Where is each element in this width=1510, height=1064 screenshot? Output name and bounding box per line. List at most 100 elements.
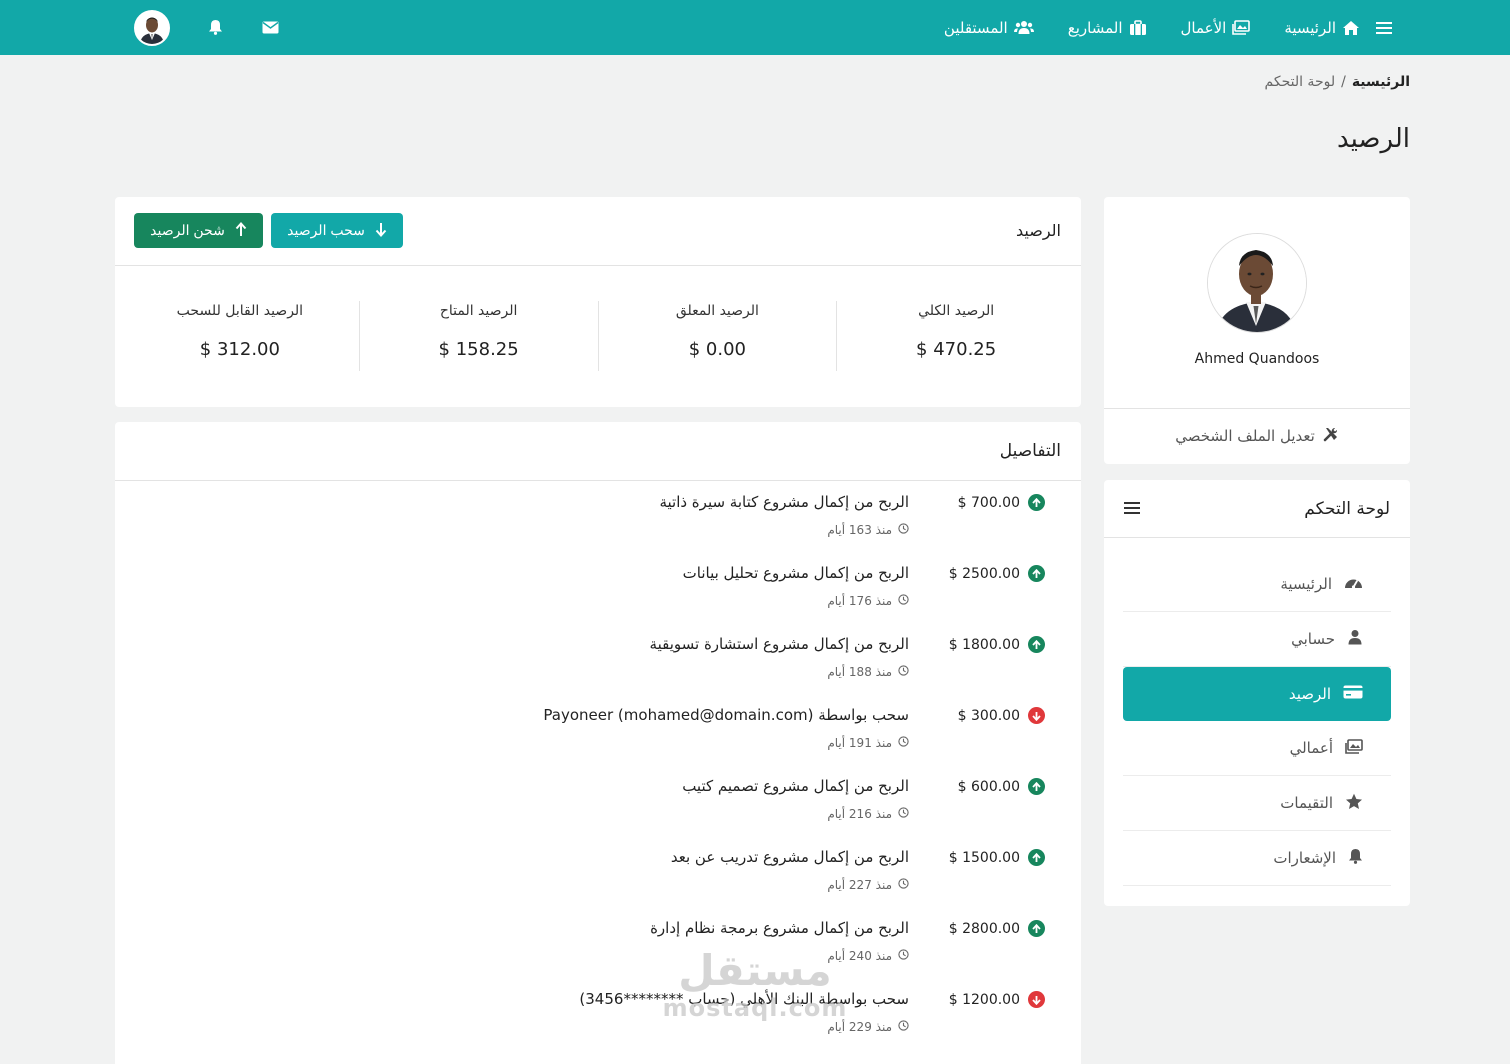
nav-home[interactable]: الرئيسية bbox=[1284, 19, 1360, 37]
transaction-title: الربح من إكمال مشروع استشارة تسويقية bbox=[649, 635, 909, 653]
profile-card: Ahmed Quandoos تعديل الملف الشخصي bbox=[1104, 197, 1410, 464]
nav-works[interactable]: الأعمال bbox=[1181, 19, 1251, 37]
arrow-up-circle-icon bbox=[1028, 565, 1045, 582]
briefcase-icon bbox=[1129, 19, 1147, 36]
images-icon bbox=[1345, 738, 1363, 758]
stat-value: $ 470.25 bbox=[916, 339, 997, 360]
stat-value: $ 0.00 bbox=[688, 339, 746, 360]
transaction-time-label: منذ 191 أيام bbox=[827, 736, 892, 750]
home-icon bbox=[1342, 20, 1360, 36]
credit-card-icon bbox=[1343, 685, 1363, 703]
arrow-down-circle-icon bbox=[1028, 991, 1045, 1008]
transaction-amount: $ 1200.00 bbox=[949, 991, 1045, 1008]
stat-pending-balance: الرصيد المعلق $ 0.00 bbox=[597, 301, 837, 371]
top-navbar: الرئيسية الأعمال المشاريع المستقلين bbox=[0, 0, 1510, 55]
sidebar-item-works[interactable]: أعمالي bbox=[1123, 721, 1391, 776]
stat-label: الرصيد الكلي bbox=[918, 303, 995, 319]
transaction-title: الربح من إكمال مشروع كتابة سيرة ذاتية bbox=[659, 493, 909, 511]
edit-profile-link[interactable]: تعديل الملف الشخصي bbox=[1104, 426, 1410, 446]
stat-label: الرصيد القابل للسحب bbox=[176, 303, 304, 319]
envelope-icon[interactable] bbox=[262, 19, 279, 38]
bell-icon bbox=[1348, 848, 1363, 868]
hamburger-menu-icon[interactable] bbox=[1372, 16, 1396, 40]
sidebar-item-label: الرئيسية bbox=[1280, 575, 1332, 593]
transaction-amount-value: $ 2800.00 bbox=[948, 920, 1020, 937]
transaction-row: $ 2500.00 الربح من إكمال مشروع تحليل بيان… bbox=[115, 552, 1081, 623]
transaction-row: $ 1500.00 الربح من إكمال مشروع تدريب عن ب… bbox=[115, 836, 1081, 907]
arrow-up-circle-icon bbox=[1028, 849, 1045, 866]
transaction-amount: $ 2500.00 bbox=[949, 565, 1045, 582]
balance-stats: الرصيد الكلي $ 470.25 الرصيد المعلق $ 0.… bbox=[121, 301, 1075, 371]
transaction-time-label: منذ 229 أيام bbox=[827, 1020, 892, 1034]
breadcrumb-home[interactable]: الرئيسية bbox=[1352, 74, 1410, 90]
dashboard-menu-title: لوحة التحكم bbox=[1304, 499, 1390, 519]
clock-icon bbox=[898, 736, 909, 750]
divider bbox=[1104, 408, 1410, 409]
hamburger-menu-icon[interactable] bbox=[1124, 500, 1140, 519]
sidebar-item-label: الرصيد bbox=[1288, 685, 1331, 703]
stat-withdrawable-balance: الرصيد القابل للسحب $ 312.00 bbox=[121, 301, 359, 371]
withdraw-balance-label: سحب الرصيد bbox=[287, 222, 365, 238]
stat-value: $ 312.00 bbox=[199, 339, 280, 360]
transaction-amount-value: $ 700.00 bbox=[957, 494, 1020, 511]
stat-label: الرصيد المعلق bbox=[675, 303, 759, 319]
transaction-time-label: منذ 188 أيام bbox=[827, 665, 892, 679]
transaction-time: منذ 216 أيام bbox=[827, 807, 909, 821]
stat-available-balance: الرصيد المتاح $ 158.25 bbox=[358, 301, 598, 371]
nav-projects[interactable]: المشاريع bbox=[1068, 19, 1147, 37]
nav-projects-label: المشاريع bbox=[1067, 18, 1123, 37]
transaction-amount-value: $ 1800.00 bbox=[948, 636, 1020, 653]
transaction-amount: $ 300.00 bbox=[958, 707, 1045, 724]
arrow-up-icon bbox=[235, 221, 247, 240]
sidebar-item-label: التقيمات bbox=[1280, 794, 1333, 812]
edit-profile-label: تعديل الملف الشخصي bbox=[1175, 427, 1315, 445]
clock-icon bbox=[898, 807, 909, 821]
charge-balance-button[interactable]: شحن الرصيد bbox=[134, 213, 263, 248]
sidebar-item-account[interactable]: حسابي bbox=[1123, 612, 1391, 667]
nav-freelancers[interactable]: المستقلين bbox=[944, 19, 1034, 37]
transaction-title: الربح من إكمال مشروع تصميم كتيب bbox=[682, 777, 909, 795]
clock-icon bbox=[898, 1020, 909, 1034]
transaction-title: الربح من إكمال مشروع تحليل بيانات bbox=[682, 564, 909, 582]
divider bbox=[115, 265, 1081, 266]
charge-balance-label: شحن الرصيد bbox=[150, 222, 225, 238]
transaction-time: منذ 176 أيام bbox=[827, 594, 909, 608]
user-icon bbox=[1347, 629, 1363, 649]
transaction-title: الربح من إكمال مشروع تدريب عن بعد bbox=[670, 848, 909, 866]
breadcrumb: الرئيسية / لوحة التحكم bbox=[1265, 74, 1410, 90]
transaction-time-label: منذ 176 أيام bbox=[827, 594, 892, 608]
breadcrumb-current: لوحة التحكم bbox=[1264, 74, 1336, 90]
arrow-down-icon bbox=[375, 222, 387, 240]
sidebar-item-notifications[interactable]: الإشعارات bbox=[1123, 831, 1391, 886]
tools-icon bbox=[1323, 426, 1339, 446]
transaction-title: الربح من إكمال مشروع برمجة نظام إدارة bbox=[650, 919, 909, 937]
bell-icon[interactable] bbox=[208, 19, 223, 39]
dashboard-menu-header: لوحة التحكم bbox=[1124, 496, 1390, 522]
transaction-row: $ 600.00 الربح من إكمال مشروع تصميم كتيب م… bbox=[115, 765, 1081, 836]
arrow-up-circle-icon bbox=[1028, 778, 1045, 795]
details-card: التفاصيل $ 700.00 الربح من إكمال مشروع كت… bbox=[115, 422, 1081, 1064]
dashboard-menu-card: لوحة التحكم الرئيسية حسابي الرصيد أعمالي… bbox=[1104, 480, 1410, 906]
clock-icon bbox=[898, 665, 909, 679]
transaction-row: $ 700.00 الربح من إكمال مشروع كتابة سيرة … bbox=[115, 481, 1081, 552]
dashboard-menu-list: الرئيسية حسابي الرصيد أعمالي التقيمات ال… bbox=[1123, 557, 1391, 886]
transaction-amount: $ 2800.00 bbox=[949, 920, 1045, 937]
transaction-time: منذ 240 أيام bbox=[827, 949, 909, 963]
withdraw-balance-button[interactable]: سحب الرصيد bbox=[271, 213, 403, 248]
profile-name: Ahmed Quandoos bbox=[1194, 351, 1320, 367]
transaction-amount: $ 700.00 bbox=[958, 494, 1045, 511]
sidebar-item-label: الإشعارات bbox=[1273, 849, 1336, 867]
clock-icon bbox=[898, 523, 909, 537]
balance-card-title: الرصيد bbox=[1016, 221, 1061, 240]
clock-icon bbox=[898, 878, 909, 892]
balance-card: الرصيد سحب الرصيد شحن الرصيد الرصيد الكل… bbox=[115, 197, 1081, 407]
clock-icon bbox=[898, 594, 909, 608]
transaction-amount-value: $ 1200.00 bbox=[948, 991, 1020, 1008]
user-avatar[interactable] bbox=[134, 10, 170, 46]
sidebar-item-reviews[interactable]: التقيمات bbox=[1123, 776, 1391, 831]
transaction-time-label: منذ 216 أيام bbox=[827, 807, 892, 821]
users-icon bbox=[1013, 20, 1034, 35]
sidebar-item-home[interactable]: الرئيسية bbox=[1123, 557, 1391, 612]
sidebar-item-balance[interactable]: الرصيد bbox=[1123, 667, 1391, 721]
arrow-up-circle-icon bbox=[1028, 920, 1045, 937]
